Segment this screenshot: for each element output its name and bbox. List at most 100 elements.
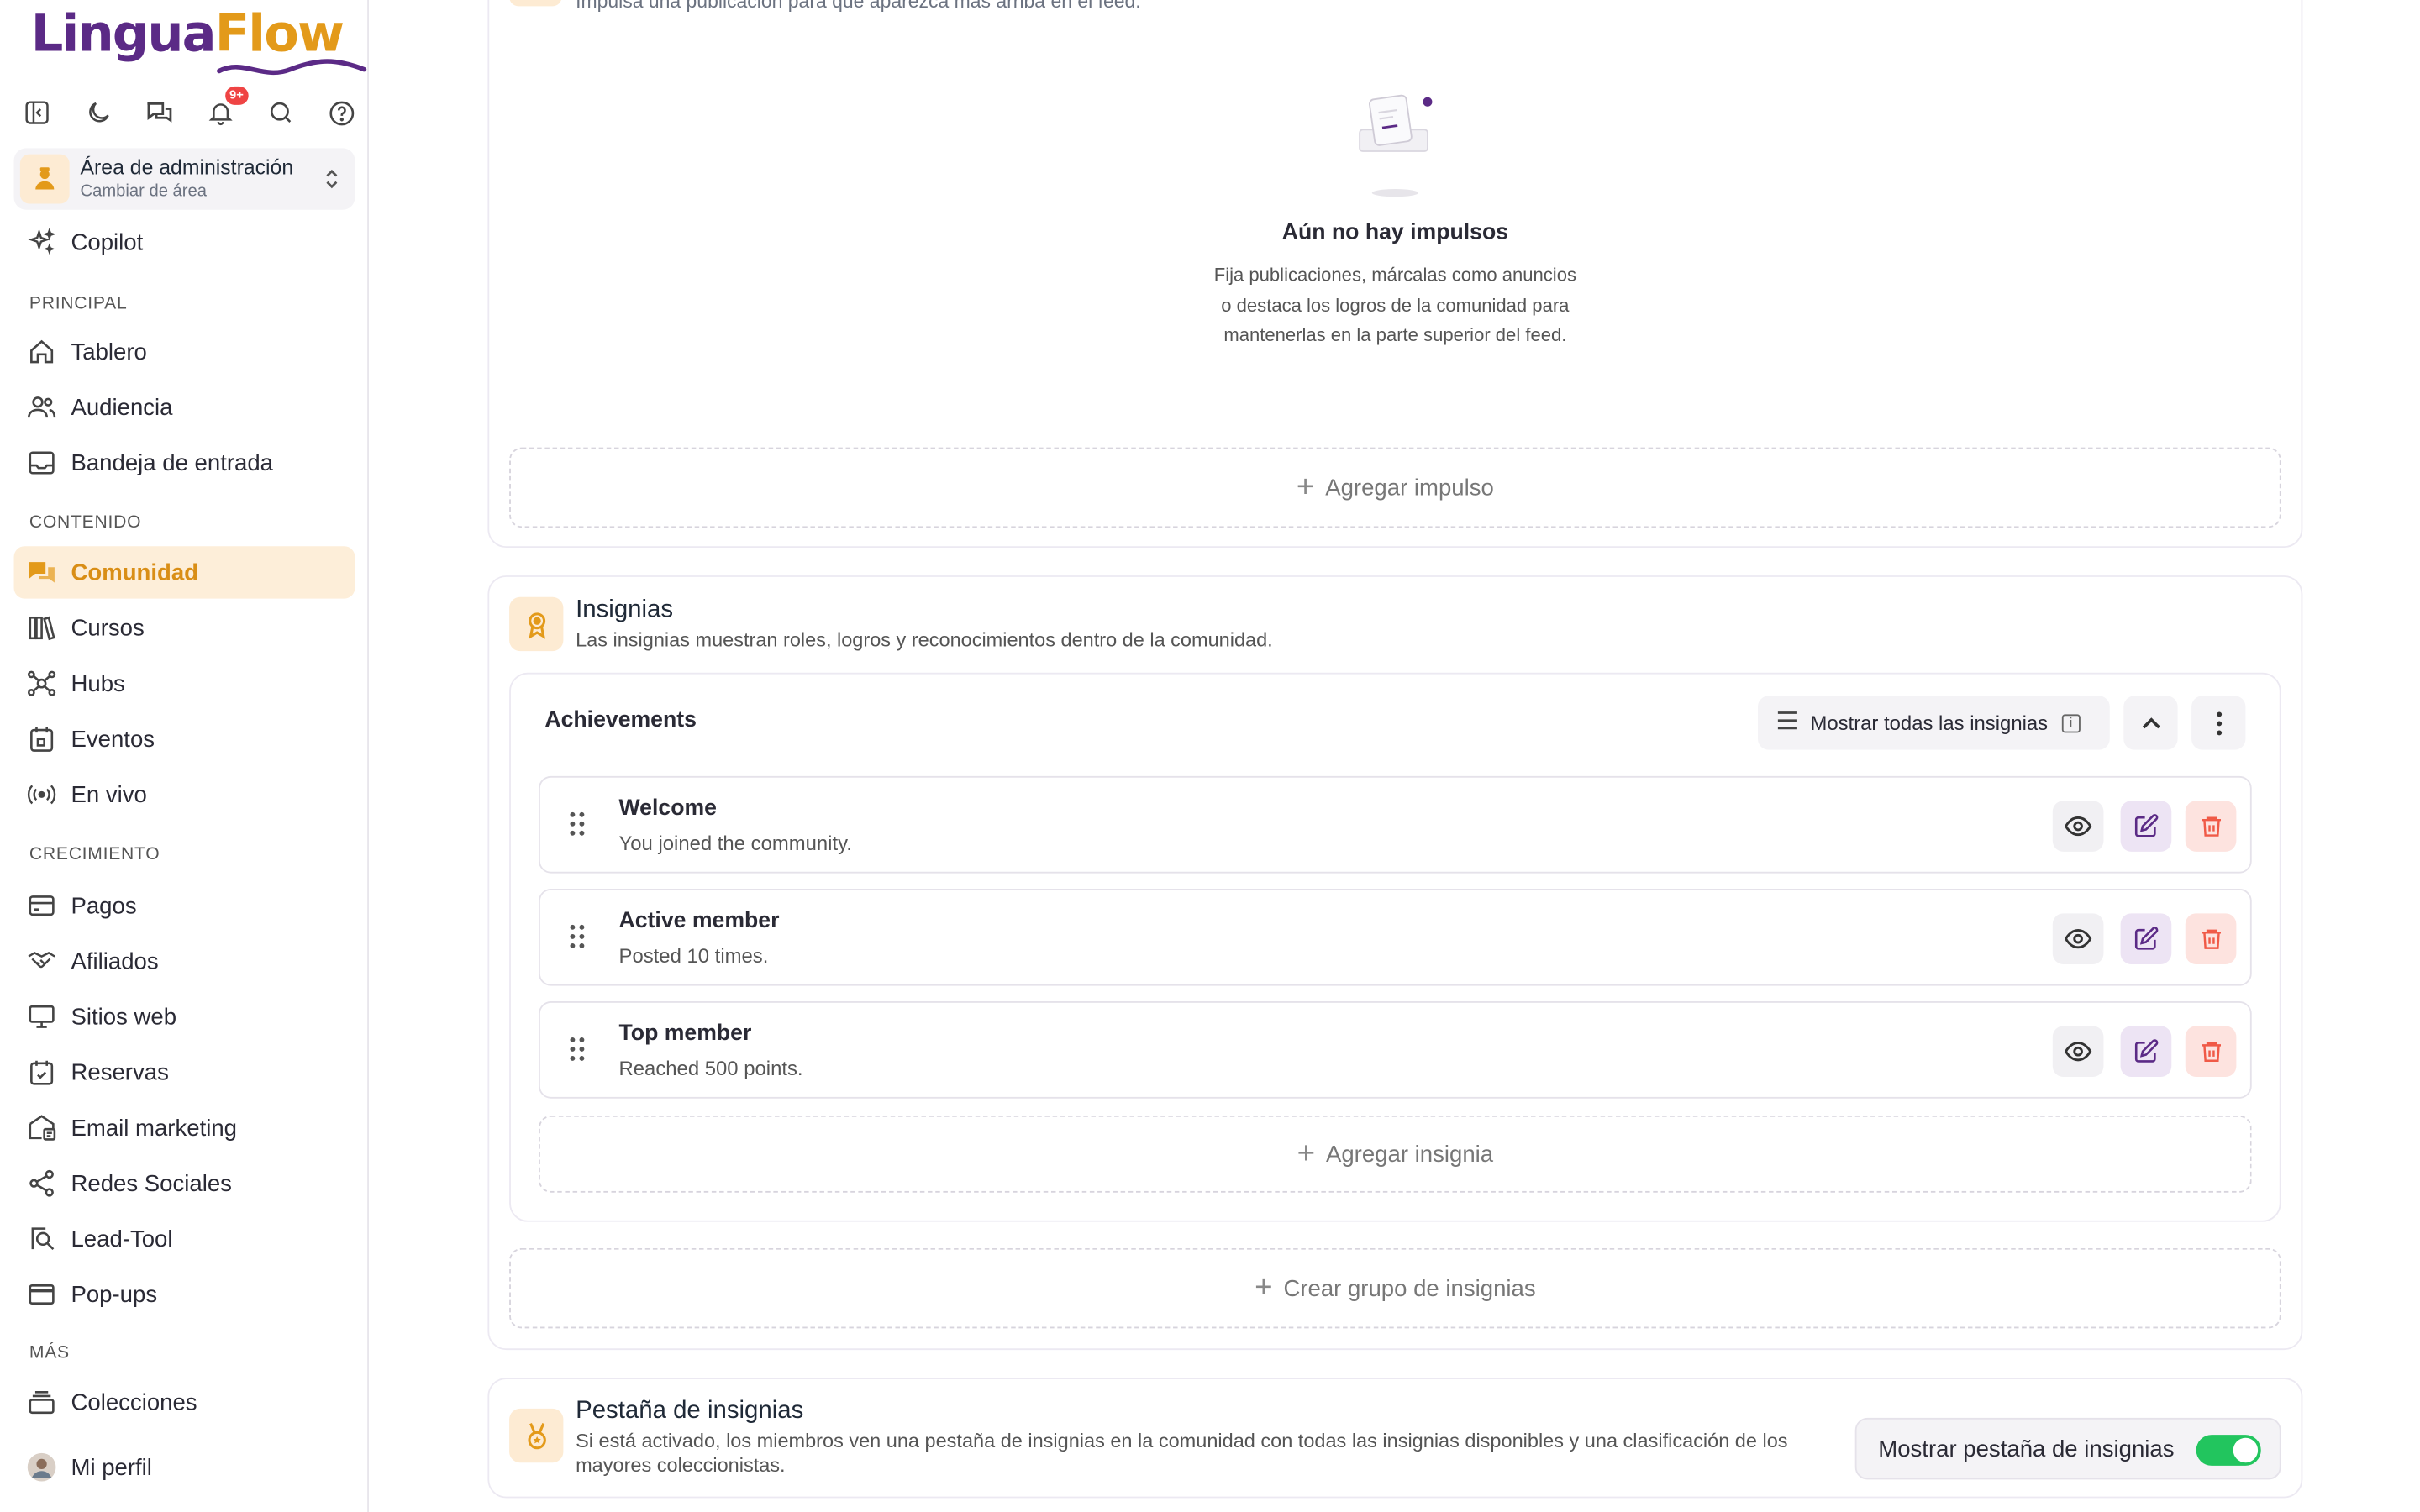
notifications-icon[interactable]: 9+ xyxy=(202,86,249,131)
chevron-updown-icon xyxy=(323,166,341,199)
section-contenido: CONTENIDO xyxy=(29,513,142,533)
edit-badge-button[interactable] xyxy=(2120,1026,2172,1078)
more-vertical-icon xyxy=(2216,711,2222,735)
badges-section-subtitle: Las insignias muestran roles, logros y r… xyxy=(576,627,1273,652)
empty-state-title: Aún no hay impulsos xyxy=(1281,220,1509,246)
boosts-description: Impulsa una publicación para que aparezc… xyxy=(576,0,1141,13)
badge-tab-toggle-control[interactable]: Mostrar pestaña de insignias xyxy=(1854,1417,2281,1480)
sidebar-item-label: En vivo xyxy=(71,781,147,808)
sidebar-item-redes[interactable]: Redes Sociales xyxy=(14,1158,355,1210)
sidebar-item-lead[interactable]: Lead-Tool xyxy=(14,1213,355,1265)
view-badge-button[interactable] xyxy=(2052,1026,2104,1078)
badges-section-title: Insignias xyxy=(576,596,674,624)
sidebar-item-reservas[interactable]: Reservas xyxy=(14,1046,355,1098)
search-icon[interactable] xyxy=(263,94,300,131)
sidebar-item-label: Bandeja de entrada xyxy=(71,449,274,476)
empty-state-description: Fija publicaciones, márcalas como anunci… xyxy=(1213,264,1576,346)
delete-badge-button[interactable] xyxy=(2185,913,2237,964)
sidebar-item-email[interactable]: Email marketing xyxy=(14,1101,355,1153)
sparkles-icon xyxy=(26,227,57,258)
badge-name: Welcome xyxy=(618,795,717,822)
sidebar-toolbar: 9+ xyxy=(18,86,361,133)
sidebar-item-envivo[interactable]: En vivo xyxy=(14,769,355,821)
sidebar-item-pagos[interactable]: Pagos xyxy=(14,879,355,932)
home-icon xyxy=(26,336,57,367)
credit-card-icon xyxy=(26,890,57,921)
sidebar-item-label: Colecciones xyxy=(71,1389,197,1416)
edit-badge-button[interactable] xyxy=(2120,913,2172,964)
handshake-icon xyxy=(26,946,57,977)
sidebar-item-bandeja[interactable]: Bandeja de entrada xyxy=(14,437,355,489)
avatar xyxy=(26,1452,57,1483)
eye-icon xyxy=(2064,816,2092,837)
show-all-badges-button[interactable]: Mostrar todas las insignias i xyxy=(1758,696,2110,750)
empty-document-icon xyxy=(1355,90,1433,204)
sidebar-item-label: Mi perfil xyxy=(71,1454,152,1481)
sidebar-item-label: Email marketing xyxy=(71,1115,238,1142)
view-badge-button[interactable] xyxy=(2052,913,2104,964)
section-principal: PRINCIPAL xyxy=(29,294,128,313)
section-mas: MÁS xyxy=(29,1343,70,1362)
collapse-sidebar-icon[interactable] xyxy=(18,94,55,131)
edit-badge-button[interactable] xyxy=(2120,801,2172,852)
sidebar-item-afiliados[interactable]: Afiliados xyxy=(14,935,355,987)
badge-row: Welcome You joined the community. xyxy=(539,775,2252,874)
delete-badge-button[interactable] xyxy=(2185,801,2237,852)
sidebar-item-label: Comunidad xyxy=(71,559,199,586)
medal-icon xyxy=(509,1408,564,1463)
share-icon xyxy=(26,1168,57,1199)
view-badge-button[interactable] xyxy=(2052,801,2104,852)
badge-row: Top member Reached 500 points. xyxy=(539,1001,2252,1099)
sidebar-item-comunidad[interactable]: Comunidad xyxy=(13,546,355,599)
sidebar-item-label: Pagos xyxy=(71,892,137,919)
badge-tab-toggle-switch[interactable] xyxy=(2196,1435,2261,1466)
dark-mode-icon[interactable] xyxy=(80,94,117,131)
chevron-up-icon xyxy=(2141,717,2160,728)
help-icon[interactable] xyxy=(324,94,361,131)
sidebar-item-cursos[interactable]: Cursos xyxy=(14,601,355,654)
sidebar-item-tablero[interactable]: Tablero xyxy=(14,326,355,378)
area-title: Área de administración xyxy=(80,155,294,180)
books-icon xyxy=(26,612,57,643)
create-badge-group-button[interactable]: + Crear grupo de insignias xyxy=(509,1247,2281,1329)
sidebar-item-copilot[interactable]: Copilot xyxy=(14,216,355,268)
badge-description: You joined the community. xyxy=(618,831,852,855)
app-logo[interactable]: LinguaFlow xyxy=(31,3,367,81)
boost-section-icon xyxy=(509,0,562,7)
plus-icon: + xyxy=(1255,1271,1273,1305)
mail-marketing-icon xyxy=(26,1112,57,1143)
sidebar-item-hubs[interactable]: Hubs xyxy=(14,657,355,709)
collections-icon xyxy=(26,1387,57,1418)
calendar-check-icon xyxy=(26,1057,57,1088)
drag-handle-icon[interactable] xyxy=(570,811,585,844)
sidebar-item-audiencia[interactable]: Audiencia xyxy=(14,381,355,433)
sidebar-item-colecciones[interactable]: Colecciones xyxy=(14,1376,355,1428)
badge-tab-toggle-label: Mostrar pestaña de insignias xyxy=(1878,1436,2175,1462)
sidebar-item-label: Pop-ups xyxy=(71,1281,158,1308)
sidebar-item-eventos[interactable]: Eventos xyxy=(14,713,355,765)
group-more-button[interactable] xyxy=(2191,696,2246,750)
sidebar-item-label: Redes Sociales xyxy=(71,1170,232,1197)
badge-tab-description: Si está activado, los miembros ven una p… xyxy=(576,1428,1788,1476)
add-badge-button[interactable]: + Agregar insignia xyxy=(539,1115,2252,1193)
drag-handle-icon[interactable] xyxy=(570,1037,585,1069)
sidebar-item-sitios[interactable]: Sitios web xyxy=(14,990,355,1042)
award-icon xyxy=(509,596,564,652)
badge-name: Top member xyxy=(618,1021,752,1047)
delete-badge-button[interactable] xyxy=(2185,1026,2237,1078)
sidebar-item-popups[interactable]: Pop-ups xyxy=(14,1268,355,1320)
monitor-icon xyxy=(26,1001,57,1032)
trash-icon xyxy=(2202,929,2221,949)
chat-icon[interactable] xyxy=(140,94,177,131)
plus-icon: + xyxy=(1297,1137,1316,1172)
sidebar-item-label: Afiliados xyxy=(71,948,159,974)
sidebar-item-label: Eventos xyxy=(71,726,155,753)
create-badge-group-label: Crear grupo de insignias xyxy=(1283,1275,1536,1302)
add-boost-button[interactable]: + Agregar impulso xyxy=(509,447,2281,528)
notification-count-badge: 9+ xyxy=(224,86,249,105)
collapse-group-button[interactable] xyxy=(2123,696,2178,750)
drag-handle-icon[interactable] xyxy=(570,924,585,957)
trash-icon xyxy=(2202,816,2221,837)
area-switcher[interactable]: Área de administración Cambiar de área xyxy=(13,148,355,210)
sidebar-item-perfil[interactable]: Mi perfil xyxy=(14,1441,355,1493)
